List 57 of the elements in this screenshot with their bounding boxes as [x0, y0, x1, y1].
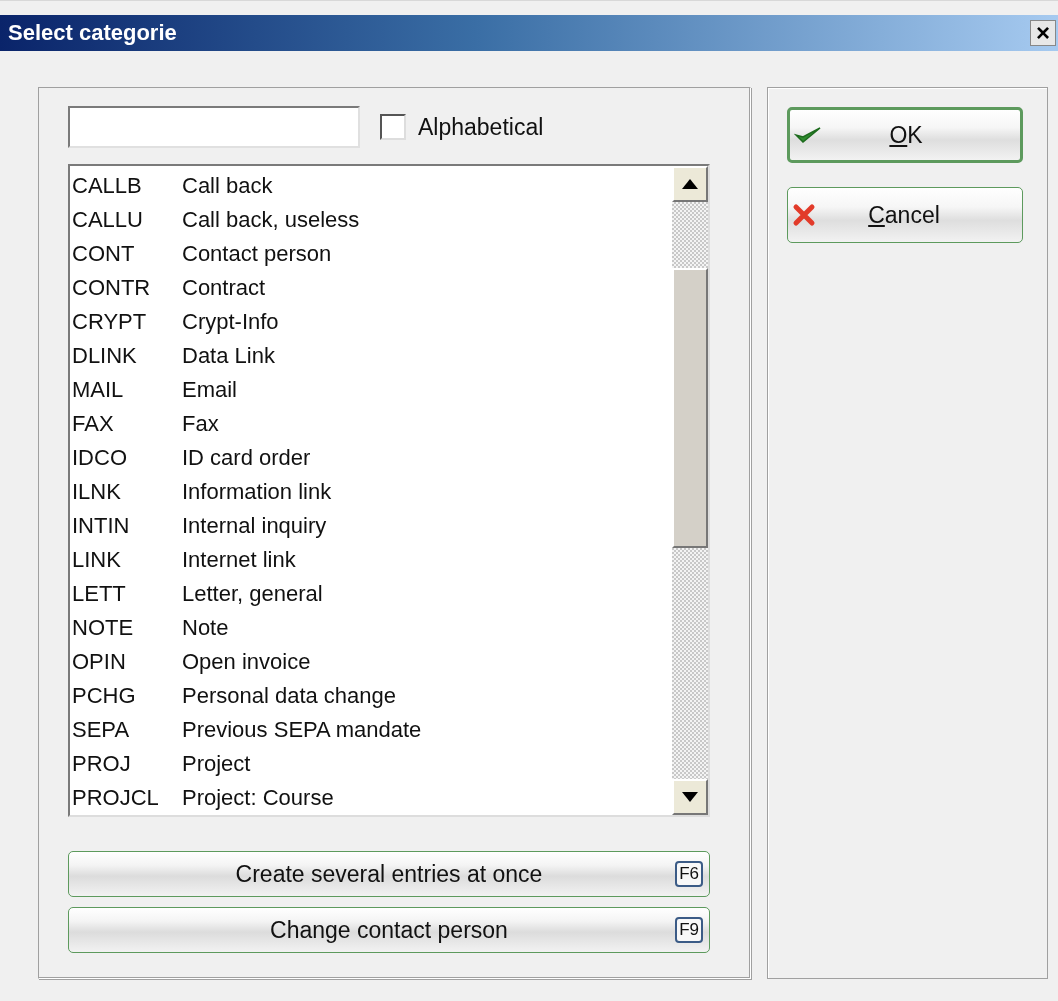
category-code[interactable]: CONTR — [72, 275, 182, 301]
category-code[interactable]: CONT — [72, 241, 182, 267]
action-button[interactable]: Change contact person F9 — [68, 907, 710, 953]
category-name[interactable]: Project: Course — [182, 785, 334, 811]
category-name[interactable]: Fax — [182, 411, 219, 437]
window-title: Select categorie — [8, 20, 177, 46]
category-name[interactable]: Information link — [182, 479, 332, 505]
category-code[interactable]: IDCO — [72, 445, 182, 471]
close-button[interactable]: × — [1030, 20, 1056, 46]
category-name[interactable]: Call back, useless — [182, 207, 360, 233]
shortcut-key: F6 — [675, 861, 703, 887]
shortcut-key: F9 — [675, 917, 703, 943]
category-name[interactable]: ID card order — [182, 445, 311, 471]
up-arrow-icon — [682, 179, 698, 189]
category-name[interactable]: Email — [182, 377, 237, 403]
category-name[interactable]: Project — [182, 751, 251, 777]
category-code[interactable]: ILNK — [72, 479, 182, 505]
category-name[interactable]: Note — [182, 615, 229, 641]
category-code[interactable]: MAIL — [72, 377, 182, 403]
category-code[interactable]: PROJ — [72, 751, 182, 777]
category-code[interactable]: LINK — [72, 547, 182, 573]
scroll-down-button[interactable] — [672, 779, 708, 815]
category-code[interactable]: LETT — [72, 581, 182, 607]
category-code[interactable]: SEPA — [72, 717, 182, 743]
category-name[interactable]: Previous SEPA mandate — [182, 717, 422, 743]
scrollbar-thumb[interactable] — [672, 268, 708, 548]
category-name[interactable]: Data Link — [182, 343, 275, 369]
category-name[interactable]: Internet link — [182, 547, 296, 573]
category-name[interactable]: Contact person — [182, 241, 332, 267]
action-button[interactable]: Create several entries at once F6 — [68, 851, 710, 897]
category-code[interactable]: INTIN — [72, 513, 182, 539]
cross-icon — [792, 203, 816, 227]
checkbox-label: Alphabetical — [418, 113, 544, 141]
search-field[interactable] — [68, 106, 360, 148]
scroll-up-button[interactable] — [672, 166, 708, 202]
category-code[interactable]: NOTE — [72, 615, 182, 641]
category-code[interactable]: DLINK — [72, 343, 182, 369]
scrollbar[interactable] — [672, 166, 708, 815]
category-code[interactable]: CRYPT — [72, 309, 182, 335]
category-name[interactable]: Crypt-Info — [182, 309, 279, 335]
category-name[interactable]: Letter, general — [182, 581, 323, 607]
category-name[interactable]: Contract — [182, 275, 266, 301]
checkmark-icon — [794, 124, 822, 146]
category-name[interactable]: Call back — [182, 173, 273, 199]
category-name[interactable]: Open invoice — [182, 649, 311, 675]
category-code[interactable]: FAX — [72, 411, 182, 437]
category-code[interactable]: CALLU — [72, 207, 182, 233]
category-name[interactable]: Personal data change — [182, 683, 397, 709]
category-name[interactable]: Internal inquiry — [182, 513, 327, 539]
cancel-button[interactable]: Cancel — [787, 187, 1023, 243]
category-code[interactable]: CALLB — [72, 173, 182, 199]
category-code[interactable]: PROJCL — [72, 785, 182, 811]
category-code[interactable]: PCHG — [72, 683, 182, 709]
ok-button[interactable]: OK — [787, 107, 1023, 163]
down-arrow-icon — [682, 792, 698, 802]
category-code[interactable]: OPIN — [72, 649, 182, 675]
alphabetical-checkbox[interactable] — [380, 114, 406, 140]
